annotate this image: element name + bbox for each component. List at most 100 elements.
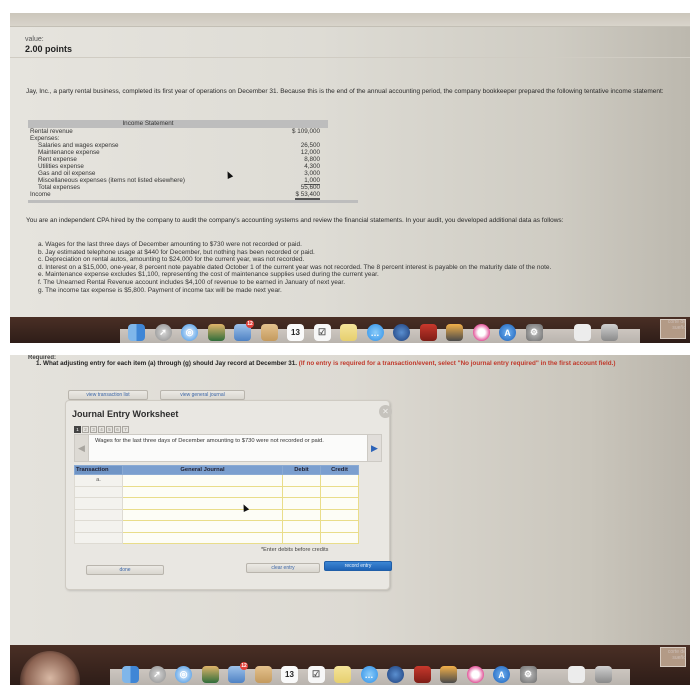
credit-field[interactable] bbox=[320, 508, 359, 521]
app-store-icon[interactable]: A bbox=[499, 324, 516, 341]
row-label: Income bbox=[30, 191, 51, 198]
safari-icon[interactable]: ◎ bbox=[181, 324, 198, 341]
income-statement-row: Salaries and wages expense 26,500 bbox=[28, 142, 328, 149]
calendar-glyph: 13 bbox=[291, 328, 300, 337]
image-capture-icon[interactable] bbox=[201, 666, 219, 683]
view-general-journal-button[interactable]: view general journal bbox=[160, 390, 245, 400]
debit-field[interactable] bbox=[282, 531, 321, 544]
journal-entry-worksheet: Journal Entry Worksheet ✕ 1 2 3 4 5 6 7 … bbox=[65, 400, 392, 590]
row-amount: 26,500 bbox=[300, 142, 320, 149]
row-label: Miscellaneous expenses (items not listed… bbox=[38, 177, 185, 184]
worksheet-screen: Required: 1. What adjusting entry for ea… bbox=[10, 355, 690, 685]
step-button[interactable]: 7 bbox=[122, 426, 129, 433]
transaction-cell bbox=[74, 508, 123, 521]
step-button[interactable]: 5 bbox=[106, 426, 113, 433]
credit-field[interactable] bbox=[320, 531, 359, 544]
account-field[interactable] bbox=[122, 497, 283, 510]
account-field[interactable] bbox=[122, 485, 283, 498]
transaction-cell: a. bbox=[74, 474, 123, 487]
calendar-icon[interactable]: 13 bbox=[281, 666, 298, 683]
credit-field[interactable] bbox=[320, 485, 359, 498]
safari-icon[interactable]: ◎ bbox=[175, 666, 192, 683]
mail-icon[interactable]: 12 bbox=[228, 662, 248, 683]
trash-icon[interactable] bbox=[600, 324, 618, 341]
debit-field[interactable] bbox=[282, 508, 321, 521]
account-field[interactable] bbox=[122, 508, 283, 521]
notes-icon[interactable] bbox=[340, 324, 357, 341]
account-field[interactable] bbox=[122, 531, 283, 544]
income-statement-row: Rental revenue $ 109,000 bbox=[28, 128, 328, 135]
account-field[interactable] bbox=[122, 520, 283, 533]
step-button[interactable]: 4 bbox=[98, 426, 105, 433]
step-button[interactable]: 6 bbox=[114, 426, 121, 433]
credit-field[interactable] bbox=[320, 474, 359, 487]
journal-row bbox=[74, 531, 359, 544]
itunes-icon[interactable]: ♫ bbox=[466, 666, 484, 683]
clear-entry-button[interactable]: clear entry bbox=[246, 563, 320, 573]
mail-icon[interactable]: 12 bbox=[234, 320, 254, 341]
iphoto-icon[interactable] bbox=[446, 324, 463, 341]
desktop-file-label[interactable]: corte de sueño bbox=[668, 649, 686, 661]
notes-icon[interactable] bbox=[334, 666, 351, 683]
income-statement-row: Rent expense 8,800 bbox=[28, 156, 328, 163]
previous-arrow-icon[interactable]: ◀ bbox=[75, 435, 89, 461]
view-transaction-list-button[interactable]: view transaction list bbox=[68, 390, 148, 400]
image-capture-icon[interactable] bbox=[207, 324, 225, 341]
audit-item: d. Interest on a $15,000, one-year, 8 pe… bbox=[38, 263, 552, 271]
system-preferences-icon[interactable]: ⚙ bbox=[519, 666, 537, 683]
messages-icon[interactable]: … bbox=[360, 666, 378, 683]
row-amount: 8,800 bbox=[304, 156, 320, 163]
journal-row bbox=[74, 508, 359, 521]
journal-row bbox=[74, 485, 359, 498]
facetime-icon[interactable] bbox=[387, 666, 404, 683]
done-button[interactable]: done bbox=[86, 565, 164, 575]
account-field[interactable] bbox=[122, 474, 283, 487]
iphoto-icon[interactable] bbox=[440, 666, 457, 683]
step-button[interactable]: 1 bbox=[74, 426, 81, 433]
messages-icon[interactable]: … bbox=[366, 324, 384, 341]
browser-toolbar bbox=[10, 13, 690, 27]
income-statement-row: Total expenses 55,600 bbox=[28, 184, 328, 191]
launchpad-icon[interactable]: ➚ bbox=[148, 666, 166, 683]
next-arrow-icon[interactable]: ▶ bbox=[367, 435, 381, 461]
launchpad-glyph: ➚ bbox=[153, 669, 161, 679]
debit-field[interactable] bbox=[282, 520, 321, 533]
reminders-icon[interactable]: ☑ bbox=[307, 666, 325, 683]
audit-item: b. Jay estimated telephone usage at $440… bbox=[38, 248, 315, 256]
step-button[interactable]: 2 bbox=[82, 426, 89, 433]
itunes-icon[interactable]: ♫ bbox=[472, 324, 490, 341]
app-store-icon[interactable]: A bbox=[493, 666, 510, 683]
debit-field[interactable] bbox=[282, 485, 321, 498]
audit-items-list: a. Wages for the last three days of Dece… bbox=[38, 241, 678, 294]
credit-field[interactable] bbox=[320, 497, 359, 510]
photo-booth-icon[interactable] bbox=[413, 666, 431, 683]
contacts-icon[interactable] bbox=[260, 324, 278, 341]
debit-field[interactable] bbox=[282, 497, 321, 510]
close-icon[interactable]: ✕ bbox=[379, 405, 392, 418]
photo-booth-icon[interactable] bbox=[419, 324, 437, 341]
desktop-file-label-line2: sueño bbox=[672, 655, 686, 661]
trash-icon[interactable] bbox=[594, 666, 612, 683]
launchpad-icon[interactable]: ➚ bbox=[154, 324, 172, 341]
problem-screen: value: 2.00 points Jay, Inc., a party re… bbox=[10, 13, 690, 343]
downloads-icon[interactable] bbox=[568, 666, 585, 683]
downloads-icon[interactable] bbox=[574, 324, 591, 341]
record-entry-button[interactable]: record entry bbox=[324, 561, 392, 571]
value-label: value: bbox=[25, 36, 44, 43]
contacts-icon[interactable] bbox=[254, 666, 272, 683]
divider bbox=[10, 57, 690, 58]
question-text: 1. What adjusting entry for each item (a… bbox=[36, 360, 686, 368]
credit-field[interactable] bbox=[320, 520, 359, 533]
desktop-file-label[interactable]: corte de sueño bbox=[668, 319, 686, 331]
debit-field[interactable] bbox=[282, 474, 321, 487]
reminders-icon[interactable]: ☑ bbox=[313, 324, 331, 341]
journal-row: a. bbox=[74, 474, 359, 487]
reminders-glyph: ☑ bbox=[317, 327, 327, 337]
system-preferences-icon[interactable]: ⚙ bbox=[525, 324, 543, 341]
messages-glyph: … bbox=[370, 327, 380, 338]
finder-icon[interactable] bbox=[122, 666, 139, 683]
step-button[interactable]: 3 bbox=[90, 426, 97, 433]
facetime-icon[interactable] bbox=[393, 324, 410, 341]
calendar-icon[interactable]: 13 bbox=[287, 324, 304, 341]
finder-icon[interactable] bbox=[128, 324, 145, 341]
